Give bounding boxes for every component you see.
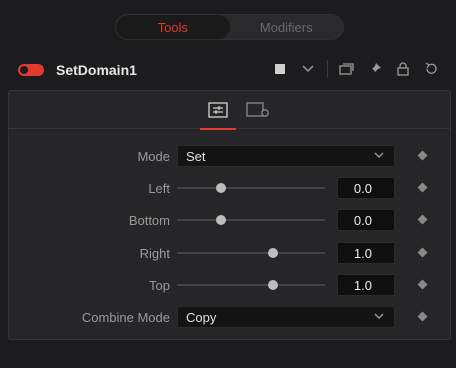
bottom-value-field[interactable]: 0.0 (337, 209, 395, 231)
tool-name: SetDomain1 (56, 62, 137, 78)
slider-thumb[interactable] (268, 280, 279, 290)
panel-tab-bar (9, 91, 450, 130)
header-controls (271, 60, 440, 78)
left-value-field[interactable]: 0.0 (337, 177, 395, 199)
mode-value: Set (186, 149, 206, 164)
bottom-label: Bottom (128, 213, 170, 228)
toggle-knob (20, 66, 28, 74)
top-row: Top 1.0 (9, 274, 450, 296)
header-divider (327, 60, 328, 78)
slider-track (177, 284, 325, 286)
top-value-field[interactable]: 1.0 (337, 274, 395, 296)
reset-icon[interactable] (422, 60, 440, 78)
combine-mode-keyframe-button[interactable] (417, 311, 428, 322)
combine-mode-value: Copy (186, 310, 217, 325)
tool-header: SetDomain1 (18, 58, 448, 82)
bottom-row: Bottom 0.0 (9, 209, 450, 231)
slider-track (177, 252, 325, 254)
chevron-down-icon (373, 310, 385, 325)
right-value-field[interactable]: 1.0 (337, 242, 395, 264)
left-keyframe-button[interactable] (417, 182, 428, 193)
mode-dropdown[interactable]: Set (177, 145, 395, 167)
tab-modifiers[interactable]: Modifiers (230, 15, 344, 39)
right-row: Right 1.0 (9, 242, 450, 264)
combine-mode-label: Combine Mode (81, 310, 170, 325)
tool-enable-toggle[interactable] (18, 64, 44, 76)
color-square-icon[interactable] (271, 60, 289, 78)
lock-icon[interactable] (394, 60, 412, 78)
slider-thumb[interactable] (268, 248, 279, 258)
right-slider[interactable] (177, 242, 325, 264)
top-slider[interactable] (177, 274, 325, 296)
top-keyframe-button[interactable] (417, 279, 428, 290)
combine-mode-row: Combine Mode Copy (9, 306, 450, 328)
slider-track (177, 219, 325, 221)
bottom-keyframe-button[interactable] (417, 214, 428, 225)
bottom-slider[interactable] (177, 209, 325, 231)
inspector-tab-bar: Tools Modifiers (115, 14, 344, 40)
slider-track (177, 187, 325, 189)
settings-tab-icon[interactable] (245, 99, 271, 121)
tool-controls-panel: Mode Set Left 0.0 Bottom 0.0 Right 1.0 T… (8, 90, 451, 340)
chevron-down-icon (373, 149, 385, 164)
mode-label: Mode (137, 149, 170, 164)
mode-row: Mode Set (9, 145, 450, 167)
right-label: Right (139, 246, 170, 261)
top-label: Top (149, 278, 170, 293)
version-icon[interactable] (338, 60, 356, 78)
left-label: Left (148, 181, 170, 196)
mode-keyframe-button[interactable] (417, 150, 428, 161)
pin-icon[interactable] (366, 60, 384, 78)
right-keyframe-button[interactable] (417, 247, 428, 258)
slider-thumb[interactable] (216, 215, 227, 225)
left-row: Left 0.0 (9, 177, 450, 199)
left-slider[interactable] (177, 177, 325, 199)
tab-tools[interactable]: Tools (116, 15, 230, 39)
slider-thumb[interactable] (216, 183, 227, 193)
chevron-down-icon[interactable] (299, 60, 317, 78)
controls-tab-icon[interactable] (200, 99, 236, 130)
combine-mode-dropdown[interactable]: Copy (177, 306, 395, 328)
